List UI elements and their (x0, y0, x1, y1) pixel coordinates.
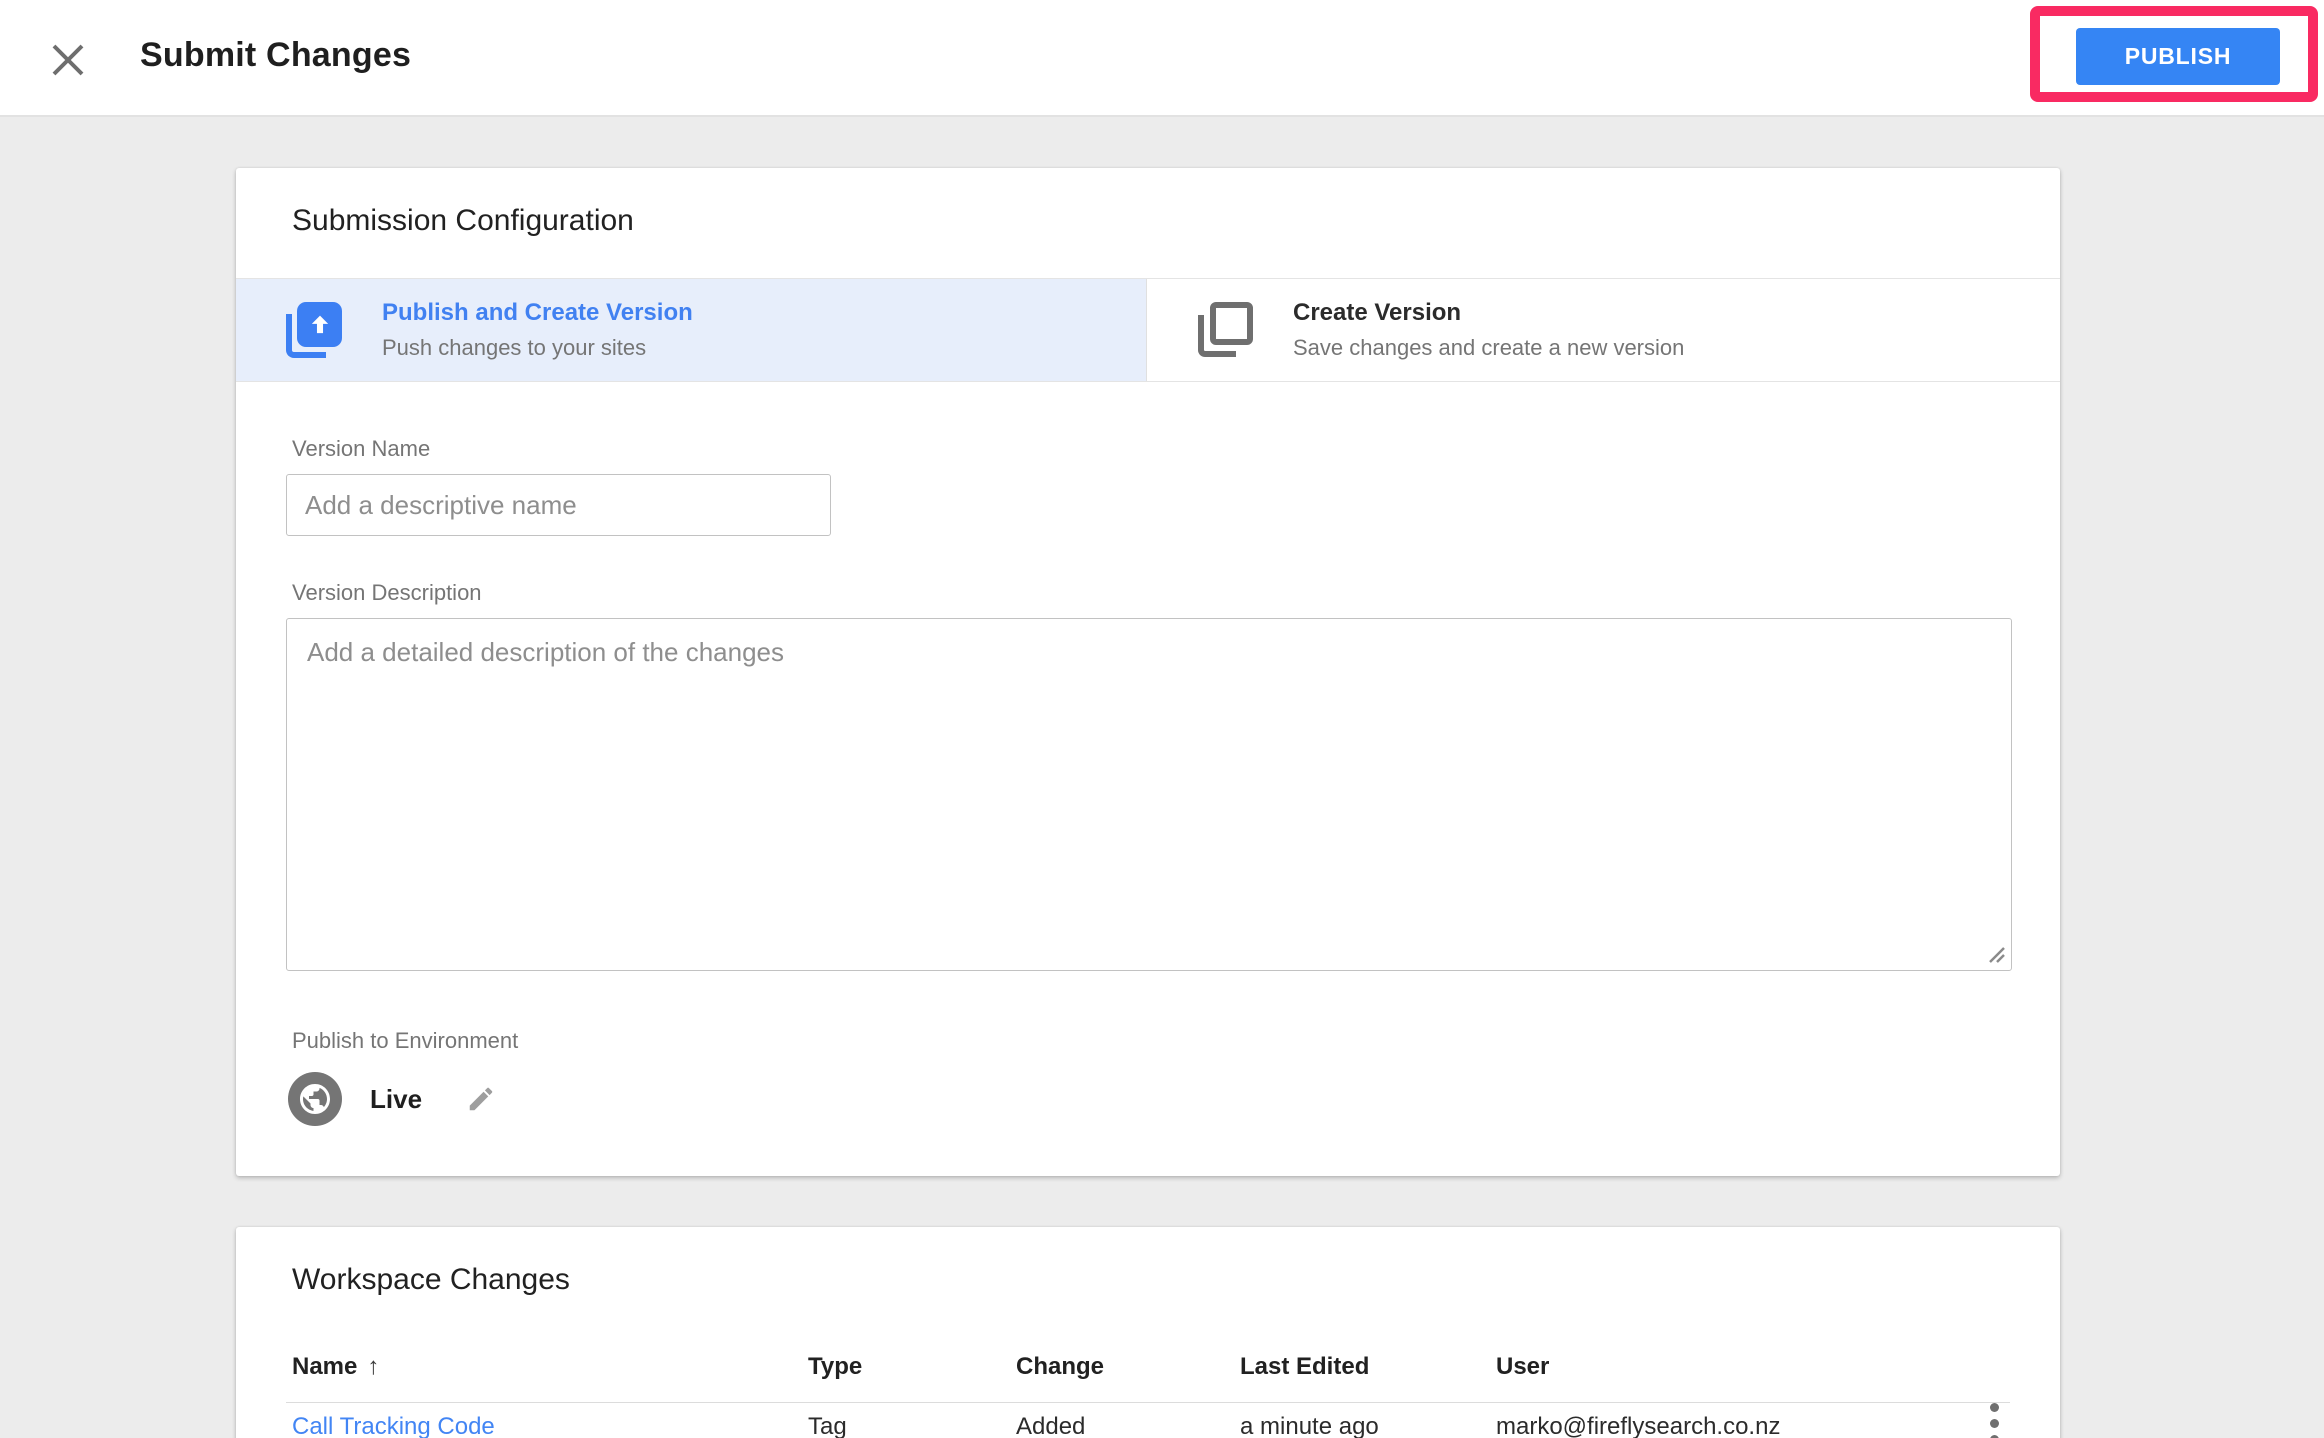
column-header-user[interactable]: User (1496, 1353, 1549, 1381)
option-subtitle: Save changes and create a new version (1293, 335, 1685, 360)
column-header-name[interactable]: Name ↑ (292, 1353, 379, 1381)
column-label: Name (292, 1353, 358, 1380)
textarea-resize-handle-icon[interactable] (1984, 942, 2006, 969)
option-text: Create Version Save changes and create a… (1293, 299, 1684, 361)
row-change: Added (1016, 1413, 1086, 1438)
edit-environment-icon[interactable] (466, 1084, 496, 1114)
option-title: Create Version (1293, 299, 1462, 326)
submission-configuration-card: Submission Configuration Publish and Cre… (236, 168, 2060, 1176)
option-title: Publish and Create Version (382, 299, 693, 326)
workspace-changes-title: Workspace Changes (292, 1263, 570, 1296)
sort-ascending-icon: ↑ (367, 1353, 380, 1380)
column-header-last-edited[interactable]: Last Edited (1240, 1353, 1369, 1381)
table-header-divider (286, 1402, 2010, 1403)
column-header-type[interactable]: Type (808, 1353, 862, 1381)
top-app-bar: Submit Changes PUBLISH (0, 0, 2324, 117)
option-subtitle: Push changes to your sites (382, 335, 647, 360)
submission-type-options: Publish and Create Version Push changes … (236, 278, 2060, 382)
globe-icon (288, 1072, 342, 1126)
version-name-label: Version Name (292, 436, 431, 461)
option-publish-and-create-version[interactable]: Publish and Create Version Push changes … (236, 279, 1147, 381)
row-name-link[interactable]: Call Tracking Code (292, 1413, 495, 1438)
create-version-icon (1197, 302, 1253, 358)
publish-icon (286, 302, 342, 358)
publish-button[interactable]: PUBLISH (2076, 28, 2280, 85)
environment-name: Live (370, 1083, 423, 1114)
workspace-changes-card: Workspace Changes Name ↑ Type Change Last… (236, 1227, 2060, 1438)
row-type: Tag (808, 1413, 847, 1438)
version-description-textarea[interactable] (286, 618, 2012, 971)
publish-to-environment-label: Publish to Environment (292, 1028, 519, 1053)
row-user: marko@fireflysearch.co.nz (1496, 1413, 1781, 1438)
row-last-edited: a minute ago (1240, 1413, 1379, 1438)
column-header-change[interactable]: Change (1016, 1353, 1104, 1381)
page-title: Submit Changes (140, 36, 412, 74)
version-name-input[interactable] (286, 474, 831, 536)
submission-configuration-title: Submission Configuration (292, 204, 634, 237)
row-overflow-menu-icon[interactable] (1974, 1403, 2014, 1438)
close-icon[interactable] (46, 38, 90, 82)
environment-row: Live (288, 1072, 496, 1126)
option-create-version[interactable]: Create Version Save changes and create a… (1147, 279, 2059, 381)
version-description-label: Version Description (292, 580, 482, 605)
option-text: Publish and Create Version Push changes … (382, 299, 693, 361)
